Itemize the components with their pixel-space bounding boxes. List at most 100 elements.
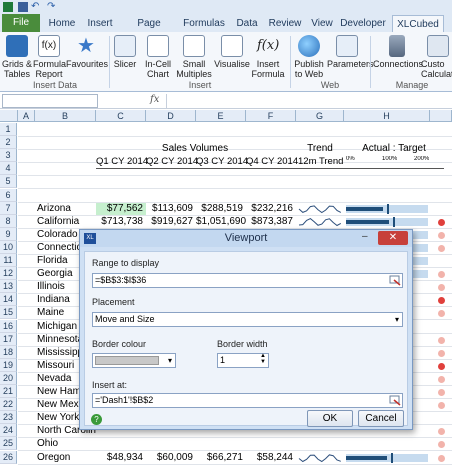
tab-data[interactable]: Data [232,15,262,32]
row-header[interactable]: 10 [0,240,17,254]
q1-cell[interactable]: $713,738 [96,216,146,228]
column-header[interactable]: F [246,110,296,122]
undo-icon[interactable]: ↶ [31,2,41,12]
visualise-button[interactable]: Visualise [214,35,250,69]
insert-formula-button[interactable]: f(x) Insert Formula [250,35,286,79]
tab-page-layout[interactable]: Page Layout [122,15,176,46]
row-header[interactable]: 8 [0,214,17,228]
slicer-button[interactable]: Slicer [112,35,138,69]
select-all-corner[interactable] [0,110,18,122]
q2-cell[interactable]: $60,009 [146,452,196,464]
formula-icon: f(x) [38,35,60,57]
grids-tables-button[interactable]: Grids & Tables [2,35,32,79]
small-multiples-button[interactable]: Small Multiples [175,35,213,79]
state-cell[interactable]: California [37,216,97,228]
cancel-button[interactable]: Cancel [358,410,404,427]
ok-button[interactable]: OK [307,410,353,427]
q1-cell[interactable]: $77,562 [96,202,146,215]
border-colour-picker[interactable]: ▾ [92,353,176,368]
formula-bar: fx [0,93,452,109]
row-header[interactable]: 1 [0,123,17,136]
row-header[interactable]: 16 [0,319,17,333]
custom-calculation-button[interactable]: Custo Calculat [421,35,452,79]
help-icon[interactable]: ? [91,414,102,425]
row-header[interactable]: 26 [0,450,17,464]
save-icon[interactable] [18,2,28,12]
row-header[interactable]: 17 [0,332,17,346]
row-header[interactable]: 21 [0,385,17,398]
state-cell[interactable]: Oregon [37,452,97,464]
row-header[interactable]: 3 [0,149,17,163]
tab-formulas[interactable]: Formulas [182,15,226,32]
publish-to-web-button[interactable]: Publish to Web [292,35,326,79]
q4-cell[interactable] [246,438,296,450]
fx-button[interactable]: fx [150,94,159,105]
row-header[interactable]: 7 [0,201,17,215]
row-header[interactable]: 2 [0,136,17,150]
state-cell[interactable]: Ohio [37,438,97,450]
row-header[interactable]: 24 [0,424,17,438]
q4-cell[interactable]: $58,244 [246,452,296,464]
q2-cell[interactable] [146,438,196,450]
q4-cell[interactable]: $232,216 [246,203,296,215]
tab-developer[interactable]: Developer [338,15,388,32]
column-header[interactable]: G [296,110,344,122]
row-header[interactable]: 14 [0,293,17,307]
q3-cell[interactable]: $66,271 [196,452,246,464]
connections-button[interactable]: Connections [373,35,423,69]
column-header[interactable]: E [196,110,246,122]
tab-xlcubed[interactable]: XLCubed [392,15,444,32]
row-header[interactable]: 12 [0,267,17,281]
parameters-button[interactable]: Parameters [327,35,374,69]
tab-review[interactable]: Review [266,15,304,32]
minimize-button[interactable]: – [362,232,372,243]
placement-select[interactable]: Move and Size ▾ [92,312,403,327]
q2-cell[interactable]: $113,609 [146,203,196,215]
column-header[interactable]: B [35,110,96,122]
insert-at-input[interactable]: ='Dash1'!$B$2 [92,393,403,408]
q3-cell[interactable] [196,438,246,450]
row-header[interactable]: 22 [0,398,17,412]
q3-cell[interactable]: $288,519 [196,203,246,215]
q2-cell[interactable]: $919,627 [146,216,196,228]
tab-insert[interactable]: Insert [82,15,118,32]
formula-report-button[interactable]: f(x) Formula Report [33,35,66,79]
formula-input[interactable] [166,94,450,108]
row-header[interactable]: 5 [0,175,17,189]
row-header[interactable]: 20 [0,371,17,385]
q3-cell[interactable]: $1,051,690 [196,216,246,228]
row-header[interactable]: 19 [0,358,17,372]
column-header[interactable]: H [344,110,430,122]
row-header[interactable]: 15 [0,306,17,320]
row-header[interactable]: 18 [0,345,17,359]
range-picker-icon[interactable] [388,274,402,287]
cell-picker-icon[interactable] [388,394,402,407]
close-button[interactable]: ✕ [378,231,408,245]
column-header[interactable]: D [146,110,196,122]
tab-view[interactable]: View [308,15,336,32]
row-header[interactable]: 4 [0,162,17,176]
q1-cell[interactable]: $48,934 [96,452,146,464]
favourites-button[interactable]: ★ Favourites [66,35,108,69]
state-cell[interactable]: Arizona [37,203,97,215]
row-header[interactable]: 6 [0,188,17,202]
row-header[interactable]: 25 [0,437,17,451]
spinner-arrows-icon[interactable]: ▲ ▼ [260,353,266,365]
redo-icon[interactable]: ↷ [47,2,57,12]
border-width-spinner[interactable]: 1 ▲ ▼ [217,353,269,368]
name-box[interactable] [2,94,98,108]
column-header[interactable]: A [18,110,35,122]
q4-cell[interactable]: $873,387 [246,216,296,228]
close-icon: ✕ [388,232,398,243]
row-header[interactable]: 11 [0,254,17,267]
row-header[interactable]: 23 [0,411,17,425]
column-header[interactable]: C [96,110,146,122]
tab-file[interactable]: File [2,14,40,32]
row-header[interactable]: 9 [0,227,17,241]
row-header[interactable]: 13 [0,280,17,294]
range-input[interactable]: =$B$3:$I$36 [92,273,403,288]
q1-cell[interactable] [96,438,146,450]
column-header[interactable] [430,110,452,122]
in-cell-chart-button[interactable]: In-Cell Chart [142,35,174,79]
tab-home[interactable]: Home [44,15,80,32]
